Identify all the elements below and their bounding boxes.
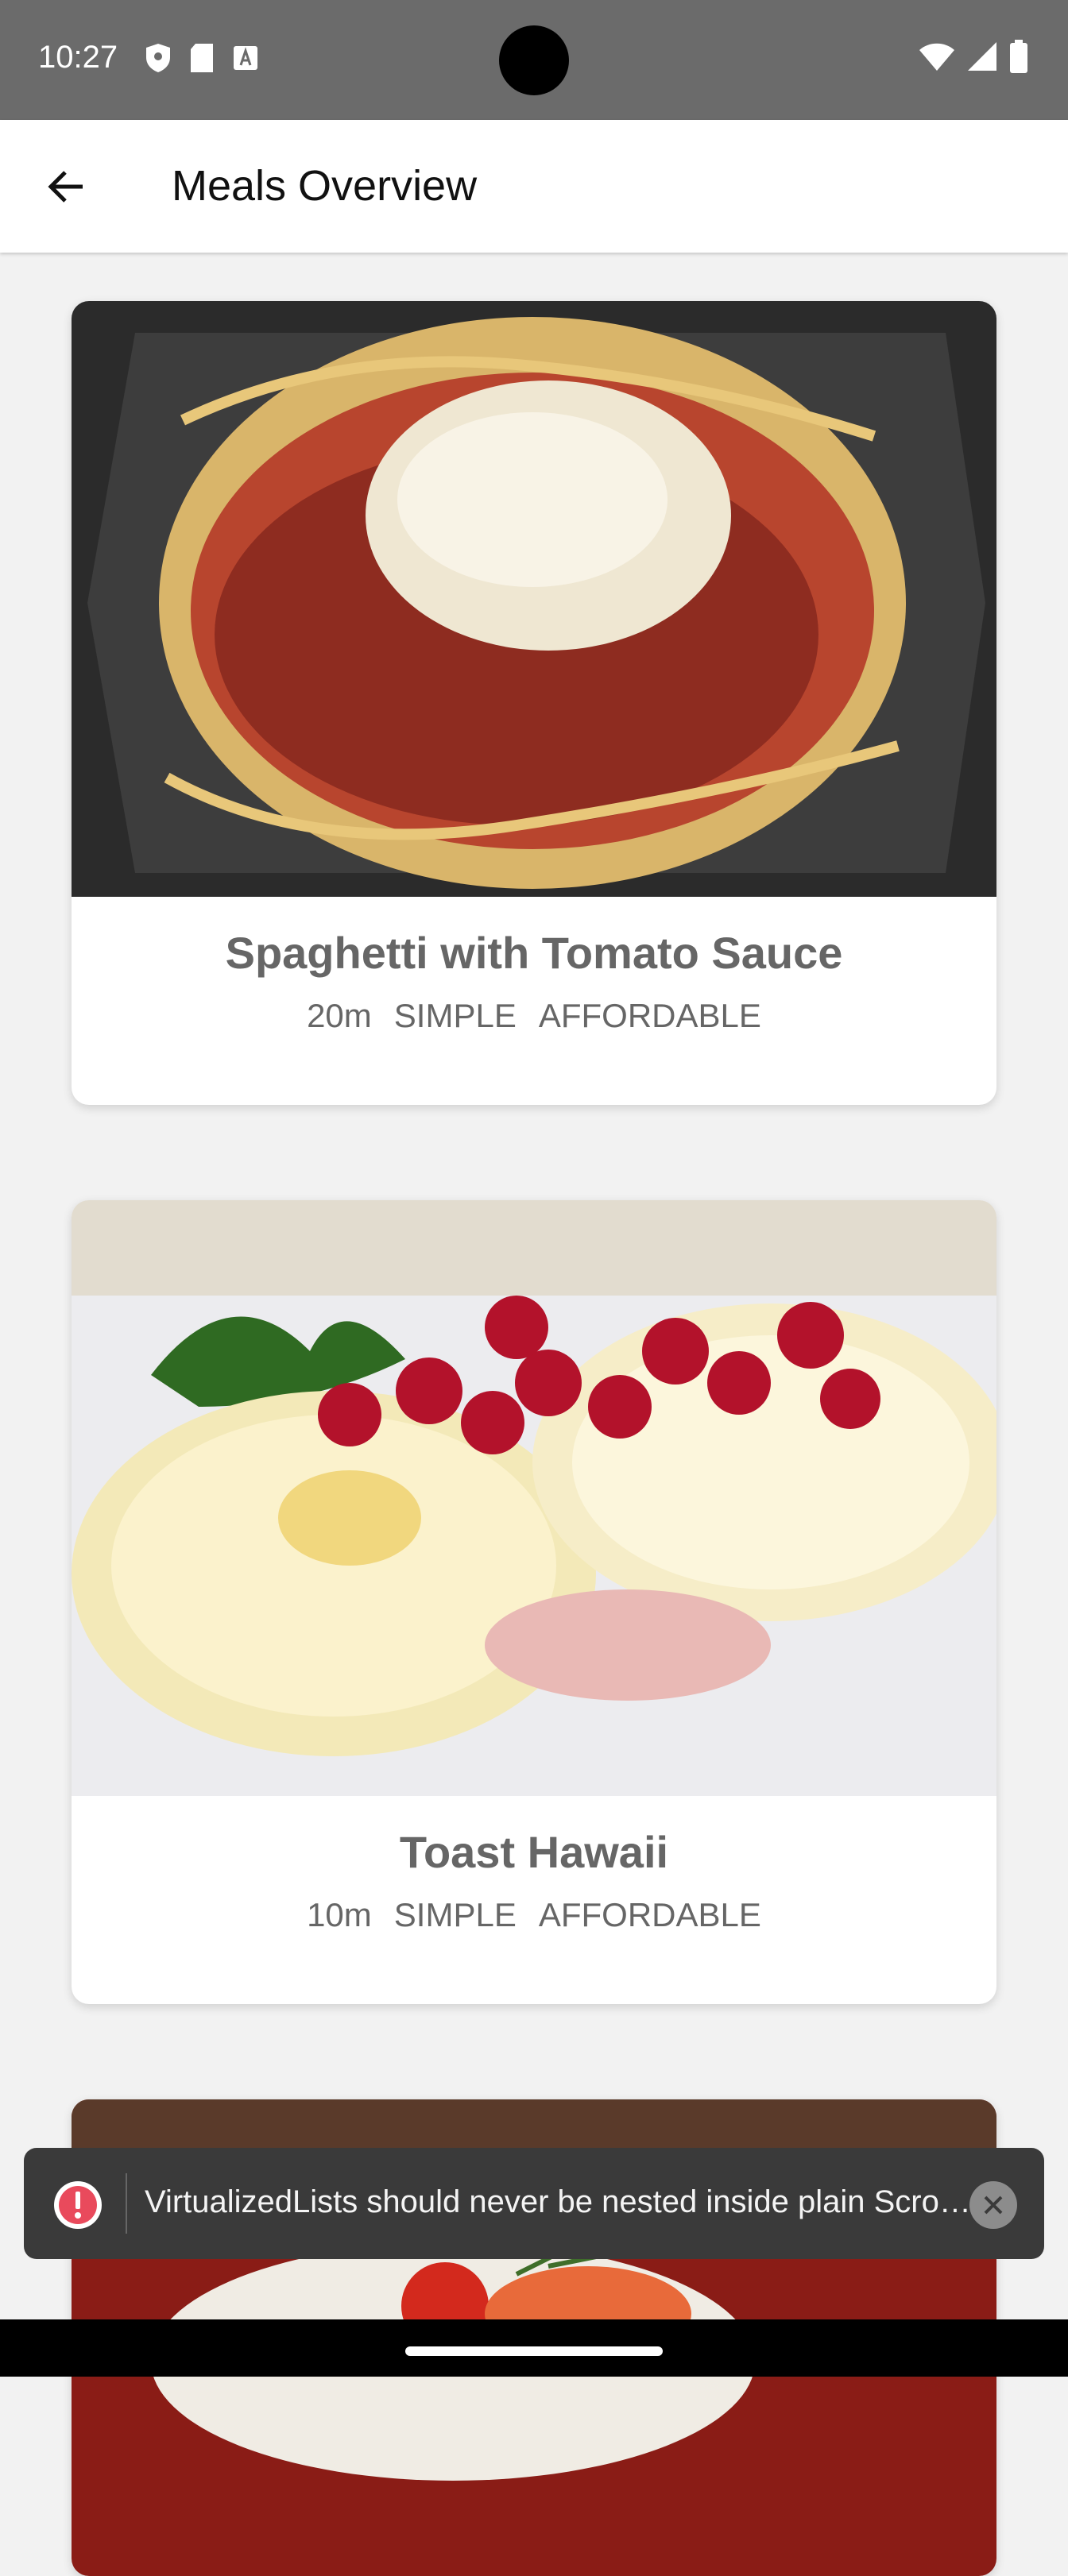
shield-icon <box>145 43 172 77</box>
meal-image-spaghetti <box>72 301 996 897</box>
notification-icons <box>145 43 259 77</box>
close-icon <box>969 2181 1017 2229</box>
error-exclamation-icon <box>54 2181 102 2229</box>
arrow-left-icon <box>48 171 83 203</box>
meal-affordability: AFFORDABLE <box>538 1896 761 1933</box>
meal-affordability: AFFORDABLE <box>538 997 761 1034</box>
wifi-icon <box>919 41 955 76</box>
battery-icon <box>1009 40 1028 77</box>
meal-title: Toast Hawaii <box>399 1827 669 1877</box>
sd-card-icon <box>189 43 215 77</box>
meal-details: 20m SIMPLE AFFORDABLE <box>72 997 996 1035</box>
back-button[interactable] <box>43 163 91 210</box>
meal-details: 10m SIMPLE AFFORDABLE <box>72 1896 996 1934</box>
app-header: Meals Overview <box>0 120 1068 253</box>
meal-card-toast-hawaii[interactable]: Toast Hawaii 10m SIMPLE AFFORDABLE <box>72 1200 996 2004</box>
toast-divider <box>126 2173 127 2234</box>
status-bar: 10:27 <box>0 0 1068 120</box>
page-title: Meals Overview <box>172 162 478 210</box>
meal-duration: 10m <box>307 1896 372 1933</box>
meal-complexity: SIMPLE <box>393 1896 517 1933</box>
meal-card-spaghetti[interactable]: Spaghetti with Tomato Sauce 20m SIMPLE AFF… <box>72 301 996 1105</box>
signal-icon <box>966 41 998 76</box>
meal-duration: 20m <box>307 997 372 1034</box>
meal-complexity: SIMPLE <box>393 997 517 1034</box>
status-time: 10:27 <box>38 40 118 75</box>
meal-image-toast-hawaii <box>72 1200 996 1796</box>
system-status-icons <box>919 40 1028 77</box>
camera-cutout <box>499 25 569 95</box>
navigation-bar <box>0 2319 1068 2377</box>
font-a-icon <box>232 43 259 77</box>
toast-message: VirtualizedLists should never be nested … <box>145 2184 971 2219</box>
error-toast[interactable]: VirtualizedLists should never be nested … <box>24 2148 1044 2259</box>
home-indicator[interactable] <box>405 2346 663 2356</box>
dismiss-toast-button[interactable] <box>968 2180 1019 2230</box>
meal-title: Spaghetti with Tomato Sauce <box>225 928 843 978</box>
